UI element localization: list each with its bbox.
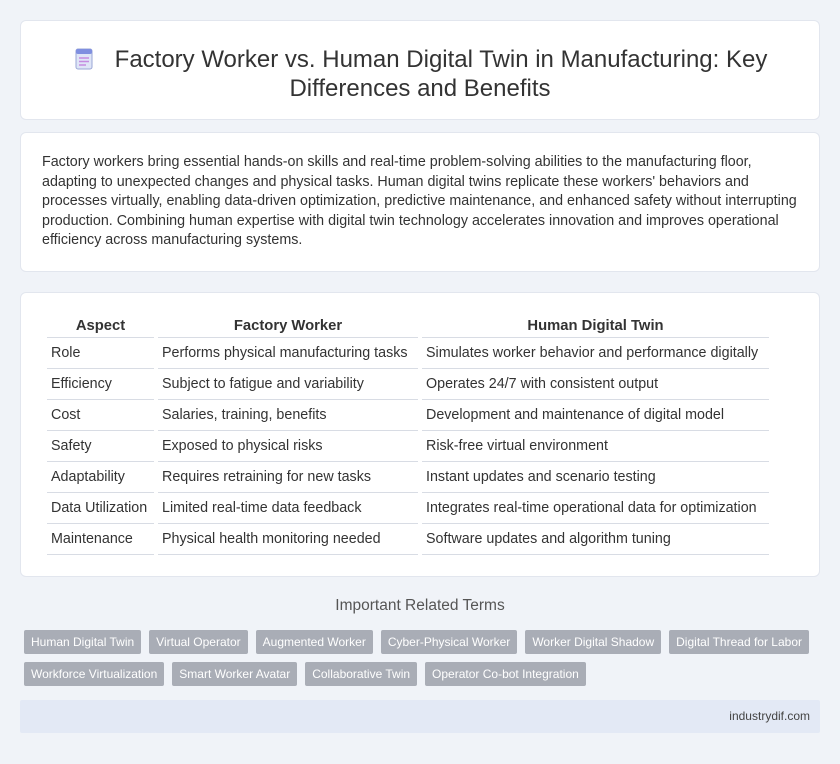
cell-aspect: Adaptability [47,462,154,493]
page-title-wrapper: Factory Worker vs. Human Digital Twin in… [61,45,779,103]
table-row: Efficiency Subject to fatigue and variab… [47,369,769,400]
table-header-row: Aspect Factory Worker Human Digital Twin [47,315,769,338]
tag-digital-thread-for-labor[interactable]: Digital Thread for Labor [669,630,809,654]
tag-cyber-physical-worker[interactable]: Cyber-Physical Worker [380,630,518,654]
related-terms-list: Human Digital Twin Virtual Operator Augm… [24,630,814,686]
cell-human-digital-twin: Instant updates and scenario testing [422,462,769,493]
tag-collaborative-twin[interactable]: Collaborative Twin [305,662,418,686]
header-aspect: Aspect [47,315,154,338]
cell-human-digital-twin: Risk-free virtual environment [422,431,769,462]
cell-aspect: Cost [47,400,154,431]
cell-aspect: Efficiency [47,369,154,400]
title-card: Factory Worker vs. Human Digital Twin in… [20,20,820,120]
table-row: Adaptability Requires retraining for new… [47,462,769,493]
cell-human-digital-twin: Simulates worker behavior and performanc… [422,338,769,369]
cell-human-digital-twin: Development and maintenance of digital m… [422,400,769,431]
cell-factory-worker: Salaries, training, benefits [158,400,418,431]
table-row: Data Utilization Limited real-time data … [47,493,769,524]
comparison-table: Aspect Factory Worker Human Digital Twin… [43,315,773,555]
cell-human-digital-twin: Integrates real-time operational data fo… [422,493,769,524]
tag-smart-worker-avatar[interactable]: Smart Worker Avatar [172,662,298,686]
cell-aspect: Role [47,338,154,369]
tag-augmented-worker[interactable]: Augmented Worker [255,630,373,654]
summary-card: Factory workers bring essential hands-on… [20,132,820,272]
header-human-digital-twin: Human Digital Twin [422,315,769,338]
cell-aspect: Maintenance [47,524,154,555]
cell-factory-worker: Performs physical manufacturing tasks [158,338,418,369]
cell-factory-worker: Exposed to physical risks [158,431,418,462]
table-row: Maintenance Physical health monitoring n… [47,524,769,555]
cell-aspect: Safety [47,431,154,462]
comparison-card: Aspect Factory Worker Human Digital Twin… [20,292,820,577]
tag-human-digital-twin[interactable]: Human Digital Twin [24,630,142,654]
header-factory-worker: Factory Worker [158,315,418,338]
cell-aspect: Data Utilization [47,493,154,524]
summary-paragraph: Factory workers bring essential hands-on… [42,154,797,248]
table-row: Cost Salaries, training, benefits Develo… [47,400,769,431]
tag-operator-co-bot-integration[interactable]: Operator Co-bot Integration [425,662,586,686]
cell-factory-worker: Physical health monitoring needed [158,524,418,555]
tag-worker-digital-shadow[interactable]: Worker Digital Shadow [525,630,662,654]
table-row: Safety Exposed to physical risks Risk-fr… [47,431,769,462]
table-row: Role Performs physical manufacturing tas… [47,338,769,369]
related-terms-heading: Important Related Terms [335,597,505,614]
cell-human-digital-twin: Operates 24/7 with consistent output [422,369,769,400]
tag-virtual-operator[interactable]: Virtual Operator [149,630,248,654]
cell-factory-worker: Limited real-time data feedback [158,493,418,524]
footer: industrydif.com [20,700,820,733]
cell-factory-worker: Subject to fatigue and variability [158,369,418,400]
document-icon [75,48,93,70]
page-title: Factory Worker vs. Human Digital Twin in… [114,46,768,102]
tag-workforce-virtualization[interactable]: Workforce Virtualization [24,662,165,686]
cell-factory-worker: Requires retraining for new tasks [158,462,418,493]
footer-site-link[interactable]: industrydif.com [729,709,810,723]
cell-human-digital-twin: Software updates and algorithm tuning [422,524,769,555]
